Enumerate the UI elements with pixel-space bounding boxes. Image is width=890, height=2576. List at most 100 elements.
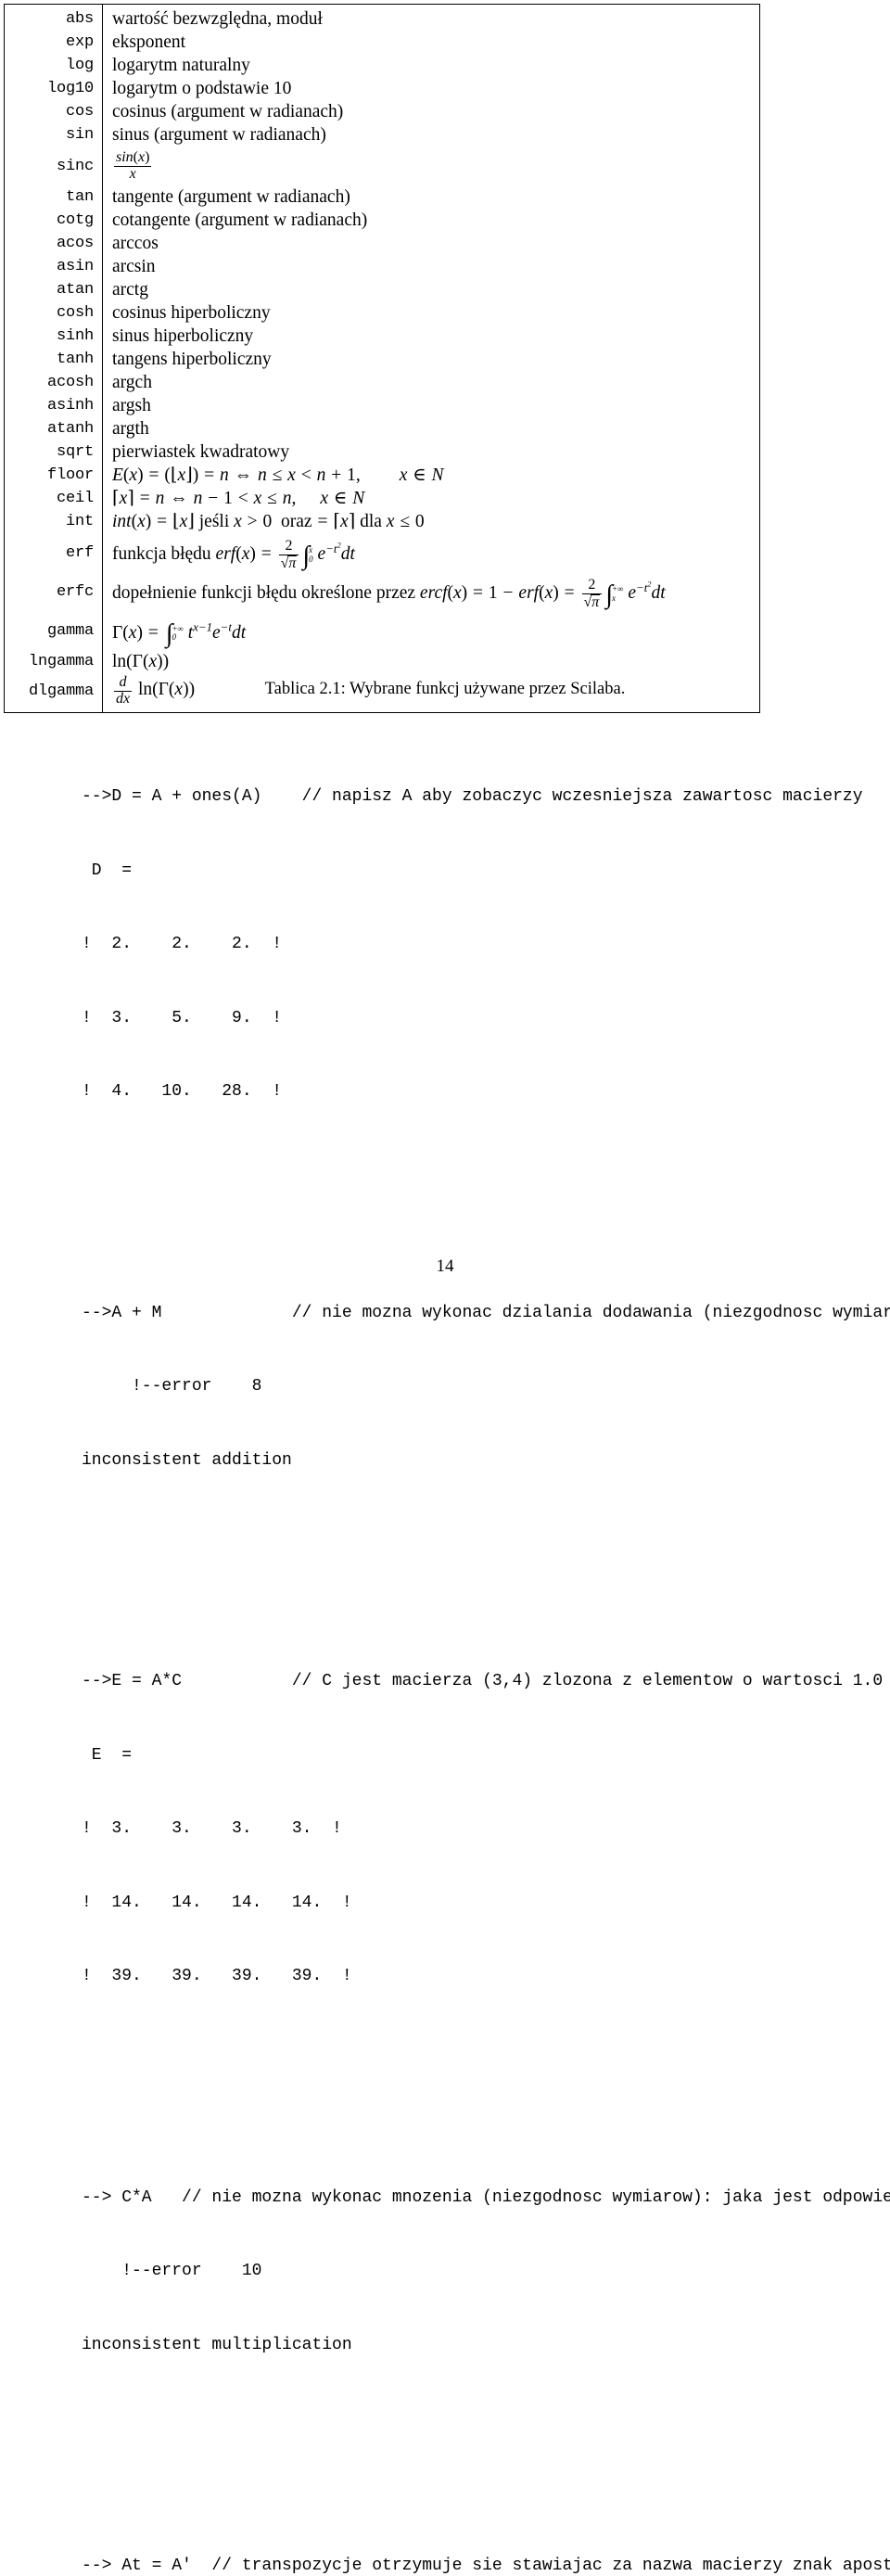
function-desc-cell: cosinus (argument w radianach): [102, 100, 760, 123]
code-line: -->A + M // nie mozna wykonac dzialania …: [82, 1303, 890, 1322]
code-line: ! 2. 2. 2. !: [82, 935, 283, 953]
code-line: -->D = A + ones(A) // napisz A aby zobac…: [82, 787, 863, 806]
table-row: tanh tangens hiperboliczny: [4, 348, 760, 371]
function-desc-cell: dopełnienie funkcji błędu określone prze…: [102, 572, 760, 611]
table-row: log logarytm naturalny: [4, 54, 760, 77]
erfc-prefix-label: dopełnienie funkcji błędu określone prze…: [112, 583, 416, 604]
code-line: ! 3. 3. 3. 3. !: [82, 1819, 342, 1838]
code-line: -->E = A*C // C jest macierza (3,4) zloz…: [82, 1672, 884, 1690]
table-row: asin arcsin: [4, 255, 760, 278]
floor-formula: E(x) = (⌊x⌋) = n ⇔ n ≤ x < n + 1, x ∈ N: [112, 465, 444, 485]
table-row: int int(x) = ⌊x⌋ jeśli x > 0 oraz = ⌈x⌉ …: [4, 510, 760, 533]
table-row: floor E(x) = (⌊x⌋) = n ⇔ n ≤ x < n + 1, x…: [4, 464, 760, 487]
function-name-cell: erfc: [4, 572, 103, 611]
function-name-cell: cotg: [4, 209, 103, 232]
int-dla-label: dla: [360, 512, 382, 531]
code-line: E =: [82, 1745, 133, 1765]
function-name-cell: cos: [4, 100, 103, 123]
code-line: --> C*A // nie mozna wykonac mnozenia (n…: [82, 2187, 890, 2207]
function-desc-cell: argch: [102, 371, 760, 394]
function-desc-cell: Γ(x) = ∫ +∞ 0 tx−1e−tdt: [102, 611, 760, 650]
function-desc-cell: wartość bezwzględna, moduł: [102, 4, 760, 31]
functions-table: abs wartość bezwzględna, moduł exp ekspo…: [4, 4, 760, 713]
table-row: atanh argth: [4, 417, 760, 440]
function-desc-cell: E(x) = (⌊x⌋) = n ⇔ n ≤ x < n + 1, x ∈ N: [102, 464, 760, 487]
function-name-cell: exp: [4, 31, 103, 54]
page-number: 14: [436, 1256, 454, 1276]
function-desc-cell: logarytm o podstawie 10: [102, 77, 760, 100]
code-line: D =: [82, 861, 133, 880]
function-name-cell: sin: [4, 123, 103, 147]
function-desc-cell: int(x) = ⌊x⌋ jeśli x > 0 oraz = ⌈x⌉ dla …: [102, 510, 760, 533]
function-desc-cell: sin(x) x: [102, 147, 760, 185]
table-row: atan arctg: [4, 278, 760, 301]
table-row: sinh sinus hiperboliczny: [4, 325, 760, 348]
table-row: sinc sin(x) x: [4, 147, 760, 185]
function-desc-cell: tangente (argument w radianach): [102, 185, 760, 209]
table-row: acosh argch: [4, 371, 760, 394]
table-row: erfc dopełnienie funkcji błędu określone…: [4, 572, 760, 611]
function-desc-cell: sinus hiperboliczny: [102, 325, 760, 348]
code-line: --> At = A' // transpozycje otrzymuje si…: [82, 2557, 890, 2575]
int-oraz-label: oraz: [281, 512, 312, 531]
erf-prefix-label: funkcja błędu: [112, 544, 211, 565]
erfc-formula: dopełnienie funkcji błędu określone prze…: [112, 577, 666, 610]
function-desc-cell: pierwiastek kwadratowy: [102, 440, 760, 464]
table-caption: Tablica 2.1: Wybrane funkcj używane prze…: [264, 680, 626, 698]
code-line: ! 3. 5. 9. !: [82, 1008, 283, 1027]
table-row: acos arccos: [4, 232, 760, 255]
table-row: sqrt pierwiastek kwadratowy: [4, 440, 760, 464]
function-name-cell: sinh: [4, 325, 103, 348]
sinc-formula: sin(x) x: [114, 148, 152, 182]
table-row: ceil ⌈x⌉ = n ⇔ n − 1 < x ≤ n, x ∈ N: [4, 487, 760, 510]
ceil-formula: ⌈x⌉ = n ⇔ n − 1 < x ≤ n, x ∈ N: [112, 489, 365, 508]
function-name-cell: atan: [4, 278, 103, 301]
table-row: cotg cotangente (argument w radianach): [4, 209, 760, 232]
int-jesli-label: jeśli: [198, 512, 230, 531]
function-name-cell: floor: [4, 464, 103, 487]
function-desc-cell: arctg: [102, 278, 760, 301]
function-desc-cell: argth: [102, 417, 760, 440]
functions-table-body: abs wartość bezwzględna, moduł exp ekspo…: [4, 4, 760, 712]
table-row: asinh argsh: [4, 394, 760, 417]
function-desc-cell: sinus (argument w radianach): [102, 123, 760, 147]
code-line: !--error 8: [82, 1377, 262, 1396]
function-name-cell: gamma: [4, 611, 103, 650]
function-desc-cell: funkcja błędu erf(x) = 2 √π ∫ x 0 e−t2dt: [102, 533, 760, 572]
function-name-cell: asin: [4, 255, 103, 278]
table-row: log10 logarytm o podstawie 10: [4, 77, 760, 100]
function-desc-cell: cotangente (argument w radianach): [102, 209, 760, 232]
code-line: ! 14. 14. 14. 14. !: [82, 1893, 352, 1912]
table-row: exp eksponent: [4, 31, 760, 54]
code-line: inconsistent multiplication: [82, 2335, 352, 2354]
function-desc-cell: logarytm naturalny: [102, 54, 760, 77]
function-desc-cell: arccos: [102, 232, 760, 255]
table-row: sin sinus (argument w radianach): [4, 123, 760, 147]
int-formula: int(x) = ⌊x⌋ jeśli x > 0 oraz = ⌈x⌉ dla …: [112, 512, 425, 531]
gamma-formula: Γ(x) = ∫ +∞ 0 tx−1e−tdt: [112, 619, 247, 649]
code-line: !--error 10: [82, 2262, 262, 2280]
function-name-cell: sinc: [4, 147, 103, 185]
code-line: inconsistent addition: [82, 1450, 292, 1470]
function-desc-cell: eksponent: [102, 31, 760, 54]
function-name-cell: abs: [4, 4, 103, 31]
function-desc-cell: argsh: [102, 394, 760, 417]
function-desc-cell: ln(Γ(x)): [102, 650, 760, 673]
function-name-cell: ceil: [4, 487, 103, 510]
function-name-cell: log10: [4, 77, 103, 100]
function-name-cell: atanh: [4, 417, 103, 440]
lngamma-formula: ln(Γ(x)): [112, 652, 170, 671]
table-row: lngamma ln(Γ(x)): [4, 650, 760, 673]
function-desc-cell: cosinus hiperboliczny: [102, 301, 760, 325]
function-name-cell: tan: [4, 185, 103, 209]
table-row: cosh cosinus hiperboliczny: [4, 301, 760, 325]
function-name-cell: tanh: [4, 348, 103, 371]
